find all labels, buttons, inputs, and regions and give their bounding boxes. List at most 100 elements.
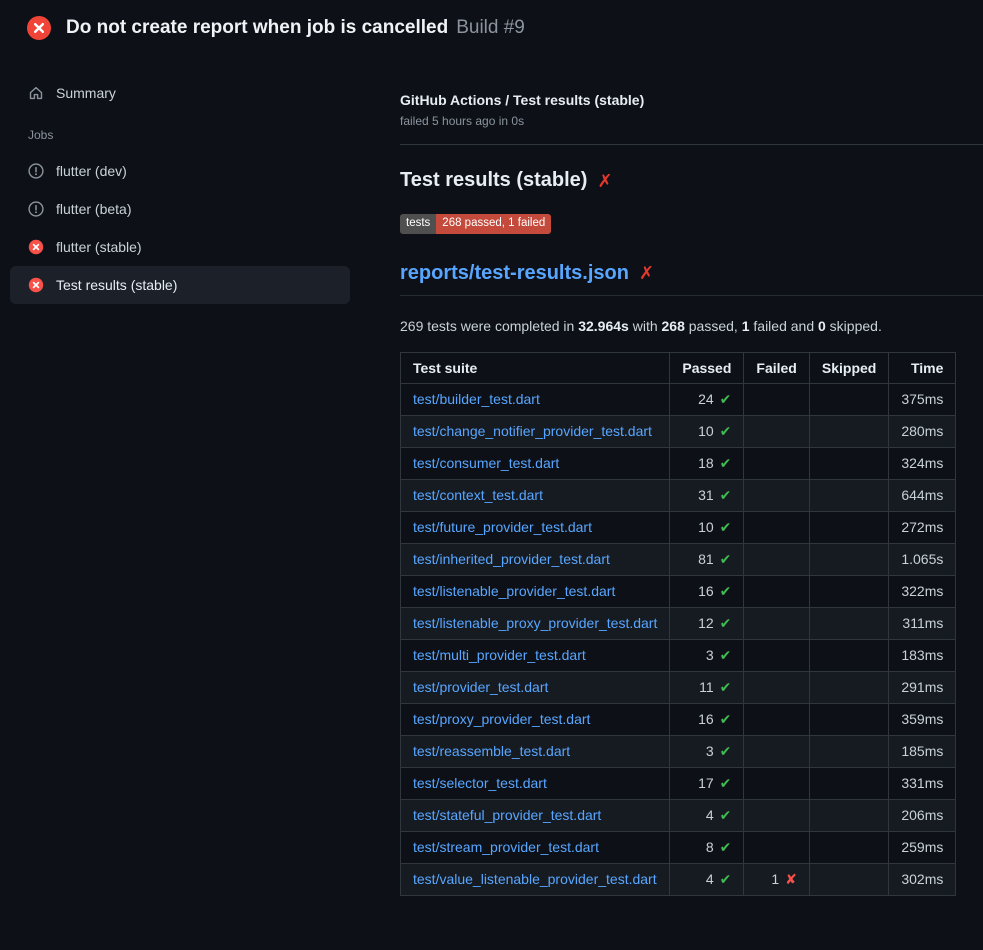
check-icon: ✔ [720,519,732,535]
col-header-passed: Passed [670,352,744,383]
home-icon [28,85,44,101]
table-row: test/selector_test.dart 17✔ 331ms [401,767,956,799]
main-content: GitHub Actions / Test results (stable) f… [370,56,983,896]
table-row: test/value_listenable_provider_test.dart… [401,863,956,895]
passed-cell: 10 ✔ [670,511,744,543]
summary-prefix: 269 tests were completed in [400,318,578,334]
failed-cell [744,735,809,767]
test-suite-link[interactable]: test/selector_test.dart [413,775,547,791]
summary-skipped: 0 [818,318,826,334]
suite-cell: test/listenable_provider_test.dart [401,575,670,607]
passed-cell: 3✔ [670,735,744,767]
test-suite-link[interactable]: test/builder_test.dart [413,391,540,407]
sidebar-item-label: flutter (beta) [56,201,131,217]
test-suite-link[interactable]: test/multi_provider_test.dart [413,647,586,663]
passed-count: 24 [698,391,714,407]
passed-cell: 17✔ [670,767,744,799]
test-suite-link[interactable]: test/context_test.dart [413,487,543,503]
test-suite-link[interactable]: test/reassemble_test.dart [413,743,570,759]
table-row: test/context_test.dart31✔644ms [401,479,956,511]
passed-cell: 11✔ [670,671,744,703]
passed-count: 11 [699,679,714,695]
page-title: Do not create report when job is cancell… [66,17,448,38]
check-icon: ✔ [720,807,732,823]
passed-cell: 31✔ [670,479,744,511]
sidebar-item-flutter-dev[interactable]: flutter (dev) [10,152,350,190]
run-meta: failed 5 hours ago in 0s [400,114,951,128]
skipped-cell [809,831,888,863]
table-row: test/listenable_proxy_provider_test.dart… [401,607,956,639]
passed-count: 81 [698,551,714,567]
test-suite-link[interactable]: test/change_notifier_provider_test.dart [413,423,652,439]
sidebar-item-summary[interactable]: Summary [10,74,350,112]
passed-count: 10 [698,519,714,535]
skipped-cell [809,479,888,511]
suite-cell: test/consumer_test.dart [401,447,670,479]
failed-cell [744,415,809,447]
passed-count: 4 [706,807,714,823]
time-cell: 259ms [889,831,956,863]
time-cell: 206ms [889,799,956,831]
table-row: test/inherited_provider_test.dart81✔1.06… [401,543,956,575]
failed-x-icon: ✗ [597,172,612,190]
summary-line: 269 tests were completed in 32.964s with… [400,318,951,334]
report-link[interactable]: reports/test-results.json [400,262,629,285]
suite-cell: test/inherited_provider_test.dart [401,543,670,575]
failed-cell [744,831,809,863]
summary-duration: 32.964s [578,318,629,334]
time-cell: 272ms [889,511,956,543]
test-suite-link[interactable]: test/listenable_proxy_provider_test.dart [413,615,657,631]
passed-cell: 18✔ [670,447,744,479]
build-number: Build #9 [456,17,525,38]
failed-circle-icon [28,277,44,293]
time-cell: 331ms [889,767,956,799]
passed-count: 16 [698,583,714,599]
check-icon: ✔ [720,487,732,503]
test-suite-link[interactable]: test/stream_provider_test.dart [413,839,599,855]
badge-value: 268 passed, 1 failed [436,214,551,234]
test-suite-link[interactable]: test/future_provider_test.dart [413,519,592,535]
summary-failed: 1 [742,318,750,334]
test-suite-link[interactable]: test/inherited_provider_test.dart [413,551,610,567]
failed-circle-icon [26,15,52,41]
time-cell: 280ms [889,415,956,447]
passed-cell: 4✔ [670,863,744,895]
failed-cell [744,703,809,735]
passed-count: 18 [698,455,714,471]
suite-cell: test/multi_provider_test.dart [401,639,670,671]
skipped-cell [809,799,888,831]
sidebar-item-test-results-stable[interactable]: Test results (stable) [10,266,350,304]
check-icon: ✔ [720,711,732,727]
section-title-text: Test results (stable) [400,169,587,192]
failed-cell [744,639,809,671]
suite-cell: test/listenable_proxy_provider_test.dart [401,607,670,639]
table-row: test/change_notifier_provider_test.dart1… [401,415,956,447]
test-suite-link[interactable]: test/provider_test.dart [413,679,548,695]
passed-cell: 3✔ [670,639,744,671]
failed-circle-icon [28,239,44,255]
passed-count: 4 [706,871,714,887]
passed-count: 8 [706,839,714,855]
test-suite-link[interactable]: test/value_listenable_provider_test.dart [413,871,657,887]
check-icon: ✔ [720,583,732,599]
time-cell: 324ms [889,447,956,479]
time-cell: 375ms [889,383,956,415]
summary-suffix: skipped. [826,318,882,334]
skipped-cell [809,543,888,575]
sidebar-item-flutter-stable[interactable]: flutter (stable) [10,228,350,266]
test-suite-link[interactable]: test/stateful_provider_test.dart [413,807,601,823]
table-header-row: Test suitePassedFailedSkippedTime [401,352,956,383]
col-header-skipped: Skipped [809,352,888,383]
failed-cell [744,543,809,575]
test-suite-link[interactable]: test/listenable_provider_test.dart [413,583,615,599]
test-suite-link[interactable]: test/consumer_test.dart [413,455,559,471]
jobs-list: flutter (dev) flutter (beta) flutter (stab… [10,152,350,304]
test-suite-link[interactable]: test/proxy_provider_test.dart [413,711,590,727]
check-icon: ✔ [720,743,732,759]
sidebar-item-flutter-beta[interactable]: flutter (beta) [10,190,350,228]
passed-cell: 16 ✔ [670,575,744,607]
passed-count: 3 [706,743,714,759]
skipped-cell [809,575,888,607]
cross-icon: ✘ [785,871,797,887]
skipped-cell [809,511,888,543]
